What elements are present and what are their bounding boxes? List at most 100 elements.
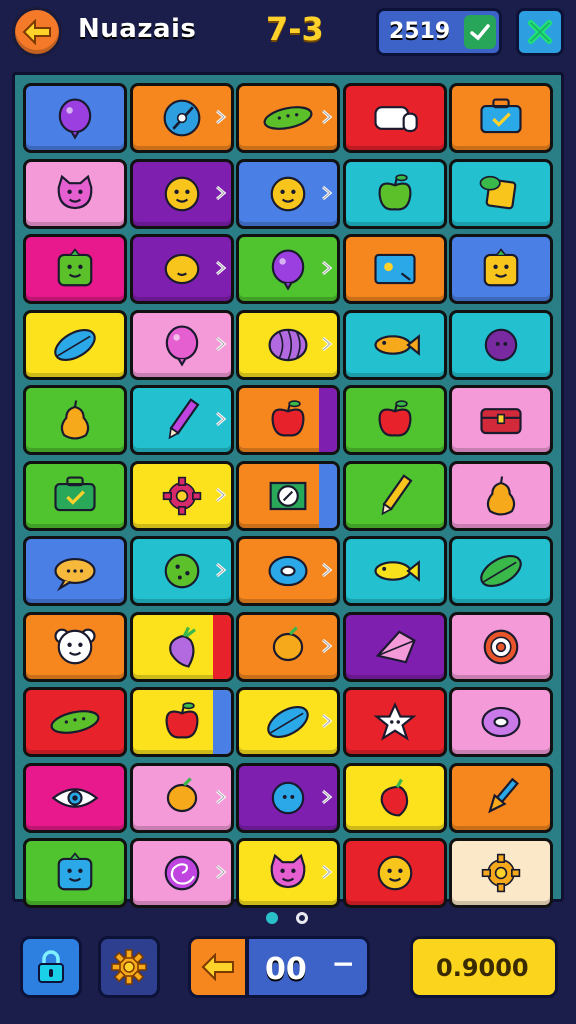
tile-box-face-r11c1[interactable] <box>23 838 127 908</box>
eye-icon <box>51 787 99 808</box>
tile-fish-r4c4[interactable] <box>342 309 447 380</box>
tile-apple-r9c2[interactable] <box>129 687 234 757</box>
plum-icon <box>484 328 518 361</box>
tile-balloon-r1c1[interactable] <box>23 83 127 153</box>
tile-box-face-r3c1[interactable] <box>23 234 127 304</box>
picture-icon <box>373 253 416 285</box>
tile-hand-r1c4[interactable] <box>342 83 447 153</box>
settings-button[interactable] <box>98 936 160 998</box>
tile-target-r8c5[interactable] <box>449 611 553 682</box>
previous-button[interactable] <box>188 936 248 998</box>
chevron-right-icon <box>214 864 228 880</box>
apple-icon <box>271 400 305 437</box>
bear-icon <box>54 628 96 664</box>
close-icon <box>528 20 552 44</box>
apple-icon <box>378 173 411 211</box>
pencil-icon <box>168 398 199 440</box>
tile-bear-r8c1[interactable] <box>23 611 127 682</box>
plum-icon <box>271 781 305 814</box>
tile-leaf-r4c1[interactable] <box>23 309 127 380</box>
chevron-right-icon <box>214 109 228 125</box>
tile-stripe <box>319 388 337 452</box>
chevron-right-icon <box>320 713 334 729</box>
tile-bubble-r7c1[interactable] <box>23 536 127 606</box>
tile-leaf-r7c5[interactable] <box>449 536 553 606</box>
chevron-right-icon <box>214 789 228 805</box>
box-face-icon <box>483 248 519 287</box>
donut-icon <box>268 555 308 587</box>
suitcase-icon <box>54 476 96 511</box>
chevron-right-icon <box>320 336 334 352</box>
chevron-right-icon <box>320 864 334 880</box>
brush-icon <box>488 777 519 813</box>
counter-suffix: − <box>331 947 355 980</box>
cucumber-icon <box>50 710 100 734</box>
target-icon <box>483 629 519 664</box>
tile-suitcase-r1c5[interactable] <box>449 83 553 153</box>
page-dot-2[interactable] <box>296 912 308 924</box>
counter-value: 00 <box>265 952 307 987</box>
tile-cat-face-r2c1[interactable] <box>23 158 127 229</box>
tile-brush-r10c5[interactable] <box>449 762 553 833</box>
carrot-icon <box>166 776 197 812</box>
balloon-icon <box>58 98 92 140</box>
close-button[interactable] <box>516 8 564 56</box>
chevron-right-icon <box>214 562 228 578</box>
tile-kite-r8c4[interactable] <box>342 611 447 682</box>
chevron-right-icon <box>320 260 334 276</box>
carrot-icon <box>272 625 304 661</box>
hand-icon <box>373 106 418 133</box>
tile-smiley-r11c4[interactable] <box>342 838 447 908</box>
shell-icon <box>268 328 308 361</box>
tile-apple-r5c3[interactable] <box>236 385 340 455</box>
chevron-right-icon <box>214 487 228 503</box>
tile-pencil-r6c4[interactable] <box>342 460 447 531</box>
pencil-icon <box>381 473 412 515</box>
tile-box-face-r3c5[interactable] <box>449 234 553 304</box>
ball-icon <box>164 553 199 589</box>
tile-suitcase-r6c1[interactable] <box>23 460 127 531</box>
coins-value: 0.9000 <box>436 954 529 982</box>
pear-icon <box>486 475 516 515</box>
back-button[interactable] <box>12 7 62 57</box>
lock-button[interactable] <box>20 936 82 998</box>
pear-icon <box>60 400 90 440</box>
tile-gear-r11c5[interactable] <box>449 838 553 908</box>
fish-icon <box>373 333 420 356</box>
tile-note-r2c5[interactable] <box>449 158 553 229</box>
cucumber-icon <box>263 106 313 130</box>
gear-icon <box>162 476 201 515</box>
tile-stripe <box>212 690 231 754</box>
tile-donut-r9c5[interactable] <box>449 687 553 757</box>
tile-plum-r4c5[interactable] <box>449 309 553 380</box>
note-icon <box>479 175 517 209</box>
tile-apple-r5c4[interactable] <box>342 385 447 455</box>
leaf-icon <box>267 705 309 739</box>
donut-icon <box>481 706 521 738</box>
chevron-right-icon <box>214 260 228 276</box>
tile-eye-r10c1[interactable] <box>23 762 127 833</box>
tile-star-r9c4[interactable] <box>342 687 447 757</box>
balloon-icon <box>271 249 305 291</box>
tile-pear-r6c5[interactable] <box>449 460 553 531</box>
tile-seal-r6c3[interactable] <box>236 460 340 531</box>
tile-pear-r5c1[interactable] <box>23 385 127 455</box>
tile-stripe <box>319 463 337 528</box>
balloon-icon <box>165 325 198 367</box>
box-face-icon <box>57 852 93 891</box>
compass-icon <box>163 99 200 137</box>
tile-picture-r3c4[interactable] <box>342 234 447 304</box>
gear-icon <box>481 853 521 893</box>
tile-apple-r2c4[interactable] <box>342 158 447 229</box>
tile-pepper-r10c4[interactable] <box>342 762 447 833</box>
tile-chest-r5c5[interactable] <box>449 385 553 455</box>
page-dot-1[interactable] <box>266 912 278 924</box>
tile-fish-r7c4[interactable] <box>342 536 447 606</box>
swirl-icon <box>164 855 199 891</box>
score-confirm-button[interactable] <box>464 15 496 49</box>
arrow-left-icon <box>22 19 51 45</box>
tile-radish-r8c2[interactable] <box>129 611 234 682</box>
tile-cucumber-r9c1[interactable] <box>23 687 127 757</box>
tile-stripe <box>212 614 231 679</box>
score-panel: 2519 <box>376 8 502 56</box>
